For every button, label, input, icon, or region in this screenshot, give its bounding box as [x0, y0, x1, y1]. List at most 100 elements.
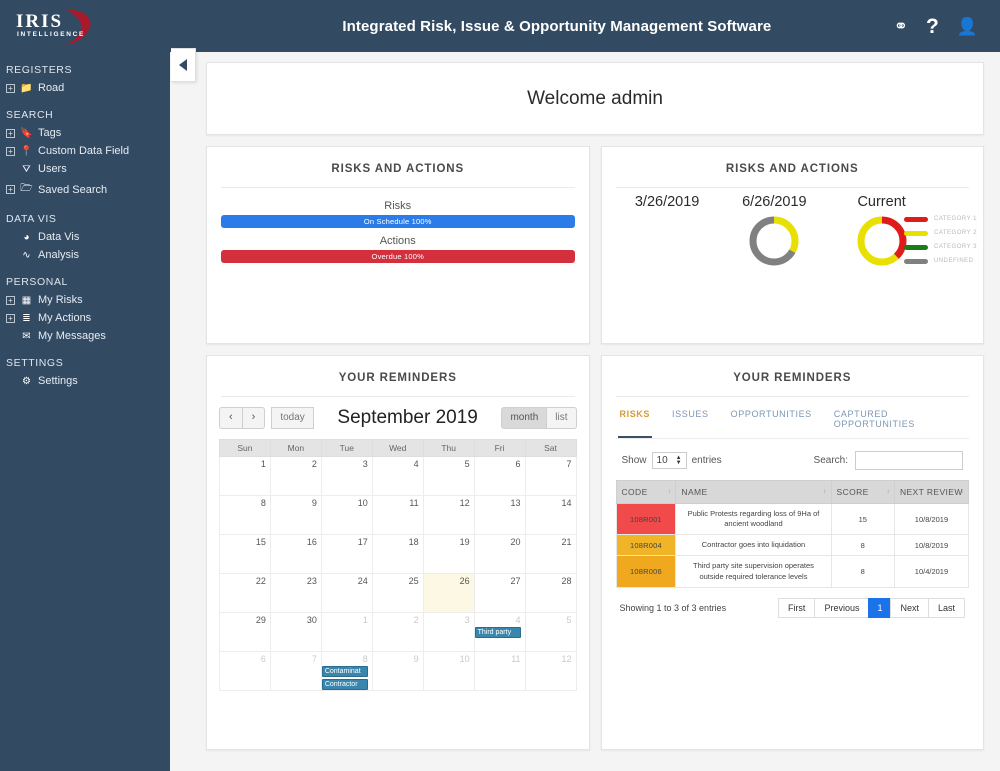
help-icon[interactable]: ? [926, 16, 939, 37]
sidebar-item-road[interactable]: + 📁 Road [0, 79, 170, 97]
expand-icon[interactable]: + [6, 83, 15, 93]
calendar-prev-button[interactable]: ‹ [219, 407, 243, 429]
calendar-day-cell[interactable]: 20 [473, 534, 526, 574]
calendar-day-cell[interactable]: 1 [219, 456, 271, 496]
brand-logo[interactable]: IRIS INTELLIGENCE [0, 0, 170, 52]
table-row[interactable]: 108R001 Public Protests regarding loss of… [615, 502, 970, 536]
calendar-event[interactable]: Third party [474, 627, 521, 638]
calendar-day-cell[interactable]: 2 [269, 456, 322, 496]
sidebar-collapse-button[interactable] [171, 48, 196, 82]
sidebar-item-data-vis[interactable]: ◕ Data Vis [0, 228, 170, 246]
calendar-day-cell[interactable]: 6 [219, 651, 271, 691]
user-icon[interactable]: 👤 [957, 18, 978, 35]
calendar-day-cell[interactable]: 17 [320, 534, 373, 574]
pagination-next[interactable]: Next [890, 597, 929, 618]
calendar-view-month-button[interactable]: month [501, 407, 548, 429]
table-row[interactable]: 108R004 Contractor goes into liquidation 8… [615, 534, 970, 557]
calendar-day-cell[interactable]: 5 [524, 612, 577, 652]
calendar-day-cell[interactable]: 25 [371, 573, 424, 613]
calendar-day-cell[interactable]: 9 [371, 651, 424, 691]
calendar-day-cell[interactable]: 13 [473, 495, 526, 535]
calendar-day-cell[interactable]: 8 Contaminat Contractor [320, 651, 373, 691]
envelope-icon: ✉ [22, 330, 31, 342]
sidebar-item-settings[interactable]: ⚙ Settings [0, 372, 170, 390]
calendar-day-cell[interactable]: 30 [269, 612, 322, 652]
calendar-day-cell[interactable]: 1 [320, 612, 373, 652]
calendar-day-cell[interactable]: 4 Third party [473, 612, 526, 652]
expand-icon[interactable]: + [6, 295, 15, 305]
link-icon[interactable]: ⚭ [894, 18, 908, 35]
calendar-event[interactable]: Contractor [321, 679, 368, 690]
pagination-1[interactable]: 1 [868, 597, 892, 618]
calendar-day-cell[interactable]: 21 [524, 534, 577, 574]
calendar-today-button[interactable]: today [271, 407, 314, 429]
sidebar-item-custom-data-field[interactable]: + 📍 Custom Data Field [0, 142, 170, 160]
calendar-day-cell[interactable]: 14 [524, 495, 577, 535]
pagination-previous[interactable]: Previous [814, 597, 870, 618]
calendar-day-cell[interactable]: 26 [422, 573, 475, 613]
column-header-next-review[interactable]: NEXT REVIEW ↕ [893, 480, 970, 504]
entries-select[interactable]: 10 ▲ ▼ [651, 452, 687, 469]
legend-swatch [903, 230, 928, 236]
column-header-score[interactable]: SCORE ↕ [830, 480, 895, 504]
risks-actions-donut-column: RISKS AND ACTIONS 3/26/2019 6/26/2019 Cu… [600, 146, 984, 344]
calendar-day-cell[interactable]: 7 [524, 456, 577, 496]
calendar-day-number: 17 [357, 537, 368, 547]
search-input[interactable] [855, 451, 963, 470]
calendar-day-cell[interactable]: 29 [219, 612, 271, 652]
sidebar-item-my-risks[interactable]: + ▦ My Risks [0, 291, 170, 309]
expand-icon[interactable]: + [6, 185, 15, 194]
sidebar-item-analysis[interactable]: ∿ Analysis [0, 246, 170, 264]
calendar-day-cell[interactable]: 22 [219, 573, 271, 613]
calendar-day-cell[interactable]: 16 [269, 534, 322, 574]
calendar-day-cell[interactable]: 12 [422, 495, 475, 535]
risk-code-cell[interactable]: 108R004 [615, 534, 677, 557]
calendar-day-cell[interactable]: 3 [422, 612, 475, 652]
folder-icon: 📁 [20, 82, 33, 94]
tab-opportunities[interactable]: OPPORTUNITIES [729, 405, 814, 438]
calendar-day-cell[interactable]: 28 [524, 573, 577, 613]
calendar-day-cell[interactable]: 7 [269, 651, 322, 691]
calendar-day-cell[interactable]: 3 [320, 456, 373, 496]
sidebar-item-saved-search[interactable]: + 🗁 Saved Search [0, 178, 170, 201]
expand-icon[interactable]: + [6, 128, 15, 138]
calendar-event[interactable]: Contaminat [321, 666, 368, 677]
calendar-day-cell[interactable]: 11 [371, 495, 424, 535]
calendar-next-button[interactable]: › [241, 407, 266, 429]
expand-icon[interactable]: + [6, 313, 15, 323]
column-header-code[interactable]: CODE ↕ [615, 480, 677, 504]
calendar-day-cell[interactable]: 27 [473, 573, 526, 613]
tab-risks[interactable]: RISKS [617, 405, 653, 438]
calendar-day-cell[interactable]: 11 [473, 651, 526, 691]
calendar-day-number: 13 [510, 498, 521, 508]
calendar-view-list-button[interactable]: list [546, 407, 577, 429]
calendar-day-cell[interactable]: 9 [269, 495, 322, 535]
tab-issues[interactable]: ISSUES [670, 405, 711, 438]
calendar-day-cell[interactable]: 4 [371, 456, 424, 496]
sidebar-item-users[interactable]: ⛛ Users [0, 160, 170, 178]
risk-code-cell[interactable]: 108R001 [615, 502, 677, 536]
table-row[interactable]: 108R006 Third party site supervision oper… [615, 555, 970, 588]
sidebar-item-my-actions[interactable]: + ≣ My Actions [0, 309, 170, 327]
calendar-day-cell[interactable]: 8 [219, 495, 271, 535]
calendar-day-cell[interactable]: 10 [320, 495, 373, 535]
calendar-day-cell[interactable]: 19 [422, 534, 475, 574]
expand-icon[interactable]: + [6, 146, 15, 156]
calendar-day-cell[interactable]: 15 [219, 534, 271, 574]
calendar-day-cell[interactable]: 12 [524, 651, 577, 691]
calendar-day-cell[interactable]: 24 [320, 573, 373, 613]
risk-code-cell[interactable]: 108R006 [615, 555, 677, 588]
calendar-day-cell[interactable]: 10 [422, 651, 475, 691]
tab-captured-opportunities[interactable]: CAPTURED OPPORTUNITIES [832, 405, 969, 438]
calendar-day-cell[interactable]: 5 [422, 456, 475, 496]
sidebar-item-label: My Messages [38, 330, 106, 342]
pagination-last[interactable]: Last [927, 597, 965, 618]
calendar-day-cell[interactable]: 18 [371, 534, 424, 574]
calendar-day-cell[interactable]: 2 [371, 612, 424, 652]
sidebar-item-tags[interactable]: + 🔖 Tags [0, 124, 170, 142]
column-header-name[interactable]: NAME ↕ [675, 480, 832, 504]
sidebar-item-my-messages[interactable]: ✉ My Messages [0, 327, 170, 345]
pagination-first[interactable]: First [777, 597, 816, 618]
calendar-day-cell[interactable]: 23 [269, 573, 322, 613]
calendar-day-cell[interactable]: 6 [473, 456, 526, 496]
